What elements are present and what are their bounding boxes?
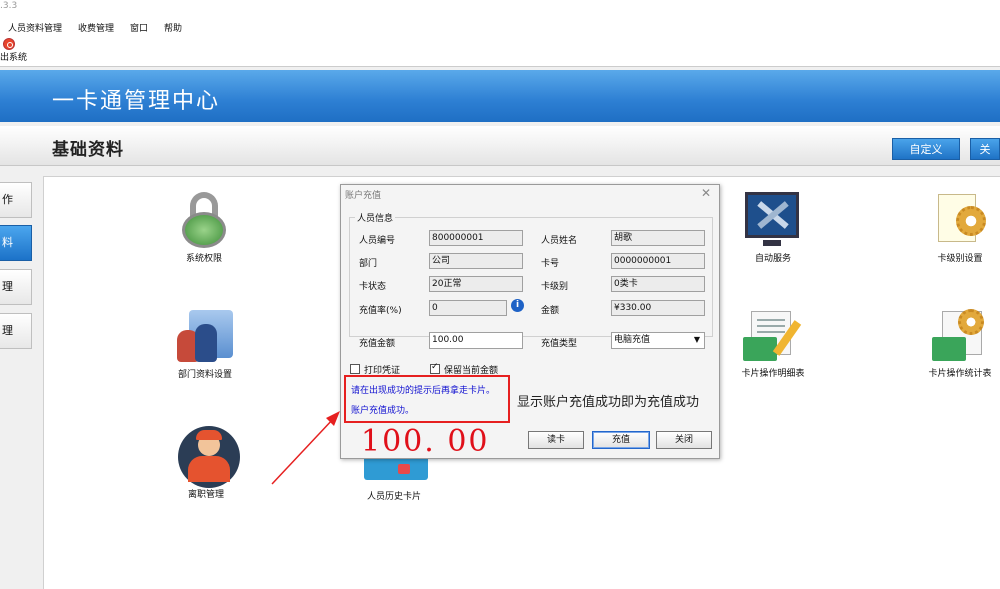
sidebar-tab-management-1[interactable]: 理 (0, 269, 32, 305)
menu-billing[interactable]: 收费管理 (78, 21, 114, 34)
menu-window[interactable]: 窗口 (130, 21, 148, 34)
emp-name-label: 人员姓名 (541, 236, 578, 246)
window-title-text: .3.3 (0, 1, 18, 11)
section-title: 基础资料 (52, 140, 124, 160)
status-hint: 请在出现成功的提示后再拿走卡片。 (351, 386, 496, 396)
card-statistics-icon (930, 305, 990, 365)
read-card-button[interactable]: 读卡 (528, 431, 584, 449)
recharge-amount-input[interactable]: 100.00 (429, 332, 523, 349)
recharge-type-select[interactable]: 电脑充值 ▼ (611, 332, 705, 349)
window-title: .3.3 (0, 0, 1000, 17)
app-banner: 一卡通管理中心 (0, 70, 1000, 122)
module-label: 部门资料设置 (177, 370, 232, 380)
module-label: 卡片操作统计表 (928, 369, 992, 379)
module-card-level[interactable]: 卡级别设置 (915, 190, 1000, 265)
module-label: 卡片操作明细表 (741, 369, 805, 379)
worker-avatar-icon (176, 426, 240, 488)
sidebar-tab-basic-data[interactable]: 料 (0, 225, 32, 261)
card-level-label: 卡级别 (541, 282, 569, 292)
close-section-button[interactable]: 关 (970, 138, 1000, 160)
card-report-icon (743, 305, 803, 365)
exit-system-label: 出系统 (0, 53, 28, 63)
info-icon[interactable]: i (511, 299, 524, 312)
exit-icon (3, 38, 15, 50)
module-label: 系统权限 (185, 254, 222, 264)
rate-label: 充值率(%) (359, 306, 402, 316)
department-folder-icon (175, 306, 235, 366)
module-leave-management[interactable]: 离职管理 (161, 426, 251, 501)
module-card-operation-stat[interactable]: 卡片操作统计表 (915, 305, 1000, 380)
module-label: 自动服务 (754, 254, 791, 264)
dept-label: 部门 (359, 259, 378, 269)
chevron-down-icon: ▼ (693, 335, 700, 344)
module-card-operation-detail[interactable]: 卡片操作明细表 (728, 305, 818, 380)
monitor-tools-icon (743, 190, 803, 250)
sidebar-tab-operations[interactable]: 作 (0, 182, 32, 218)
module-auto-service[interactable]: 自动服务 (728, 190, 818, 265)
close-button[interactable]: 关闭 (656, 431, 712, 449)
card-level-field: 0类卡 (611, 276, 705, 292)
banner-title: 一卡通管理中心 (52, 89, 221, 114)
module-label: 人员历史卡片 (366, 492, 421, 502)
annotation-text: 显示账户充值成功即为充值成功 (517, 395, 700, 410)
card-status-field: 20正常 (429, 276, 523, 292)
exit-system-button[interactable]: 出系统 (0, 38, 40, 63)
emp-no-field: 800000001 (429, 230, 523, 246)
recharge-button[interactable]: 充值 (592, 431, 650, 449)
balance-label: 金额 (541, 306, 560, 316)
rate-field[interactable]: 0 (429, 300, 507, 316)
amount-label: 充值金额 (359, 339, 396, 349)
sidebar-tab-management-2[interactable]: 理 (0, 313, 32, 349)
recharge-amount-display: 100. 00 (361, 424, 490, 459)
section-header: 基础资料 自定义 关 (0, 126, 1000, 166)
emp-name-field: 胡歌 (611, 230, 705, 246)
dialog-close-icon[interactable]: ✕ (701, 186, 711, 200)
card-no-label: 卡号 (541, 259, 560, 269)
balance-field: ¥330.00 (611, 300, 705, 316)
settings-document-icon (930, 190, 990, 250)
account-recharge-dialog: 账户充值 ✕ 人员信息 人员编号 800000001 人员姓名 胡歌 部门 公司… (340, 184, 720, 459)
status-success: 账户充值成功。 (351, 406, 415, 416)
lock-icon (174, 190, 234, 250)
menu-bar: 人员资料管理 收费管理 窗口 帮助 (0, 17, 1000, 37)
emp-no-label: 人员编号 (359, 236, 396, 246)
group-label: 人员信息 (355, 211, 396, 224)
recharge-type-value: 电脑充值 (614, 335, 651, 345)
module-label: 离职管理 (187, 490, 224, 500)
dept-field: 公司 (429, 253, 523, 269)
toolbar: 出系统 (0, 37, 1000, 67)
card-status-label: 卡状态 (359, 282, 387, 292)
module-label: 卡级别设置 (937, 254, 983, 264)
custom-button[interactable]: 自定义 (892, 138, 960, 160)
print-voucher-checkbox[interactable] (350, 364, 360, 374)
recharge-type-label: 充值类型 (541, 339, 578, 349)
card-no-field: 0000000001 (611, 253, 705, 269)
module-department-setting[interactable]: 部门资料设置 (160, 306, 250, 381)
menu-personnel[interactable]: 人员资料管理 (8, 21, 62, 34)
module-system-permission[interactable]: 系统权限 (159, 190, 249, 265)
menu-help[interactable]: 帮助 (164, 21, 182, 34)
keep-amount-checkbox[interactable] (430, 362, 440, 374)
dialog-title: 账户充值 (345, 191, 382, 201)
